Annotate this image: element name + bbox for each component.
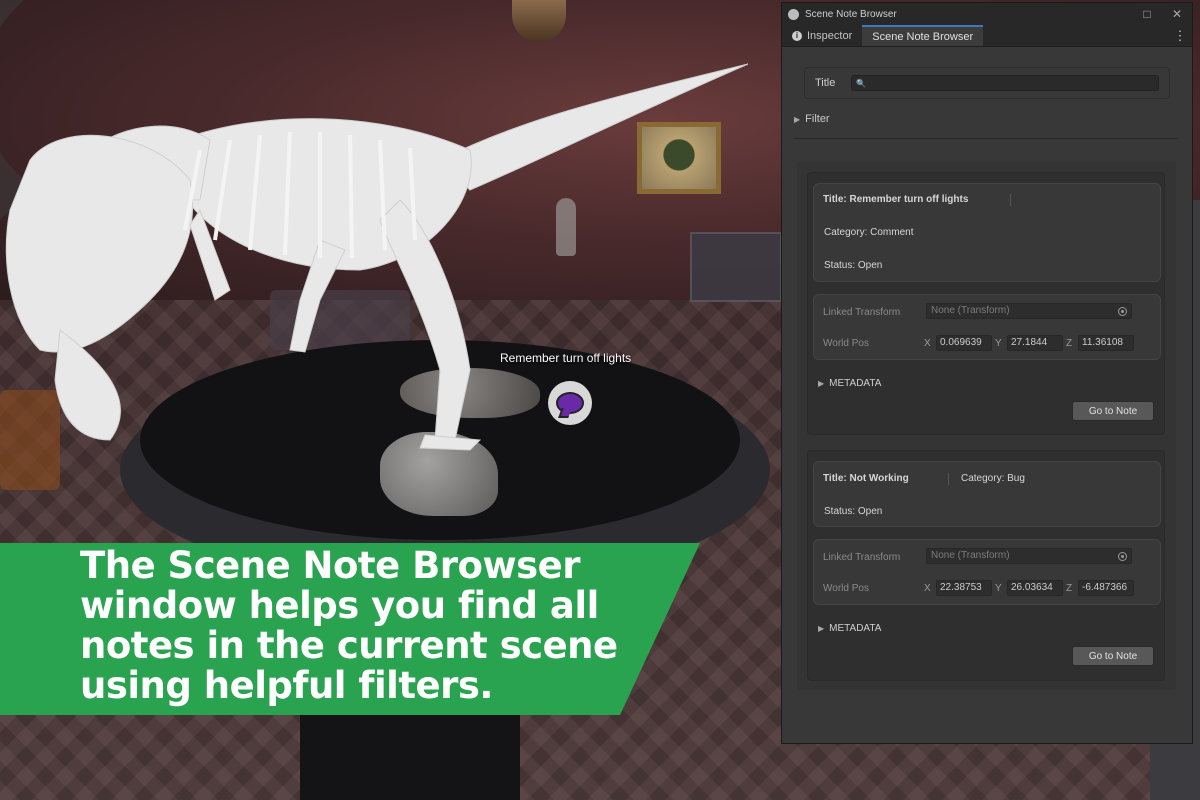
linked-transform-label: Linked Transform bbox=[823, 552, 901, 563]
column-divider bbox=[1010, 194, 1011, 206]
close-icon[interactable]: ✕ bbox=[1162, 7, 1192, 21]
world-pos-x-field[interactable]: 22.38753 bbox=[936, 580, 992, 596]
linked-transform-field[interactable]: None (Transform) bbox=[926, 303, 1132, 319]
note-title: Title: Not Working bbox=[823, 473, 909, 484]
title-search-box[interactable]: 🔍 bbox=[851, 75, 1159, 91]
go-to-note-button[interactable]: Go to Note bbox=[1072, 401, 1154, 421]
note-title: Title: Remember turn off lights bbox=[823, 194, 969, 205]
info-icon: i bbox=[792, 30, 802, 41]
speech-bubble-icon bbox=[556, 392, 584, 414]
metadata-foldout[interactable]: ▶ METADATA bbox=[818, 378, 881, 389]
more-options-icon[interactable]: ⋮ bbox=[1168, 25, 1192, 46]
note-summary-box: Title: Remember turn off lights Category… bbox=[813, 183, 1161, 282]
metadata-label: METADATA bbox=[829, 378, 882, 389]
maximize-icon[interactable]: □ bbox=[1132, 7, 1162, 21]
scene-note-browser-window: Scene Note Browser □ ✕ i Inspector Scene… bbox=[781, 2, 1193, 744]
tab-inspector-label: Inspector bbox=[807, 29, 853, 42]
tab-bar: i Inspector Scene Note Browser ⋮ bbox=[782, 25, 1192, 47]
linked-transform-value: None (Transform) bbox=[931, 305, 1010, 316]
search-icon: 🔍 bbox=[856, 78, 866, 88]
world-pos-z-field[interactable]: 11.36108 bbox=[1078, 335, 1134, 351]
z-axis-label: Z bbox=[1066, 338, 1073, 349]
column-divider bbox=[948, 473, 949, 485]
z-axis-label: Z bbox=[1066, 583, 1073, 594]
window-title: Scene Note Browser bbox=[805, 8, 897, 20]
note-category: Category: Comment bbox=[824, 227, 914, 238]
app-logo-icon bbox=[788, 8, 799, 20]
dinosaur-skeleton bbox=[5, 63, 749, 451]
go-to-note-button[interactable]: Go to Note bbox=[1072, 646, 1154, 666]
chevron-right-icon: ▶ bbox=[818, 379, 825, 388]
title-search-row: Title 🔍 bbox=[804, 67, 1170, 99]
tab-scene-note-browser-label: Scene Note Browser bbox=[872, 30, 974, 43]
world-pos-z-field[interactable]: -6.487366 bbox=[1078, 580, 1134, 596]
object-picker-icon[interactable] bbox=[1118, 552, 1127, 561]
note-transform-box: Linked Transform None (Transform) World … bbox=[813, 294, 1161, 360]
linked-transform-value: None (Transform) bbox=[931, 550, 1010, 561]
world-pos-y-field[interactable]: 26.03634 bbox=[1007, 580, 1063, 596]
note-status: Status: Open bbox=[824, 506, 883, 517]
x-axis-label: X bbox=[924, 338, 931, 349]
world-pos-label: World Pos bbox=[823, 338, 869, 349]
tab-scene-note-browser[interactable]: Scene Note Browser bbox=[862, 25, 984, 46]
title-search-input[interactable] bbox=[869, 77, 1158, 89]
caption-text: The Scene Note Browser window helps you … bbox=[80, 544, 618, 707]
note-card: Title: Not Working Category: Bug Status:… bbox=[807, 450, 1165, 681]
metadata-foldout[interactable]: ▶ METADATA bbox=[818, 623, 881, 634]
object-picker-icon[interactable] bbox=[1118, 307, 1127, 316]
world-pos-label: World Pos bbox=[823, 583, 869, 594]
note-card: Title: Remember turn off lights Category… bbox=[807, 172, 1165, 435]
tab-inspector[interactable]: i Inspector bbox=[782, 25, 862, 46]
divider bbox=[794, 138, 1178, 139]
note-marker[interactable] bbox=[548, 381, 592, 425]
y-axis-label: Y bbox=[995, 338, 1002, 349]
notes-list[interactable]: Title: Remember turn off lights Category… bbox=[797, 162, 1176, 690]
window-titlebar: Scene Note Browser □ ✕ bbox=[782, 3, 1192, 25]
note-transform-box: Linked Transform None (Transform) World … bbox=[813, 539, 1161, 605]
note-status: Status: Open bbox=[824, 260, 883, 271]
world-pos-x-field[interactable]: 0.069639 bbox=[936, 335, 992, 351]
chevron-right-icon: ▶ bbox=[818, 624, 825, 633]
y-axis-label: Y bbox=[995, 583, 1002, 594]
chevron-right-icon: ▶ bbox=[794, 114, 801, 124]
note-category: Category: Bug bbox=[961, 473, 1025, 484]
title-search-label: Title bbox=[815, 77, 836, 89]
filter-label: Filter bbox=[805, 113, 830, 125]
linked-transform-label: Linked Transform bbox=[823, 307, 901, 318]
metadata-label: METADATA bbox=[829, 623, 882, 634]
world-pos-y-field[interactable]: 27.1844 bbox=[1007, 335, 1063, 351]
note-summary-box: Title: Not Working Category: Bug Status:… bbox=[813, 461, 1161, 527]
note-marker-label: Remember turn off lights bbox=[500, 351, 632, 365]
linked-transform-field[interactable]: None (Transform) bbox=[926, 548, 1132, 564]
x-axis-label: X bbox=[924, 583, 931, 594]
filter-foldout[interactable]: ▶ Filter bbox=[794, 113, 830, 125]
